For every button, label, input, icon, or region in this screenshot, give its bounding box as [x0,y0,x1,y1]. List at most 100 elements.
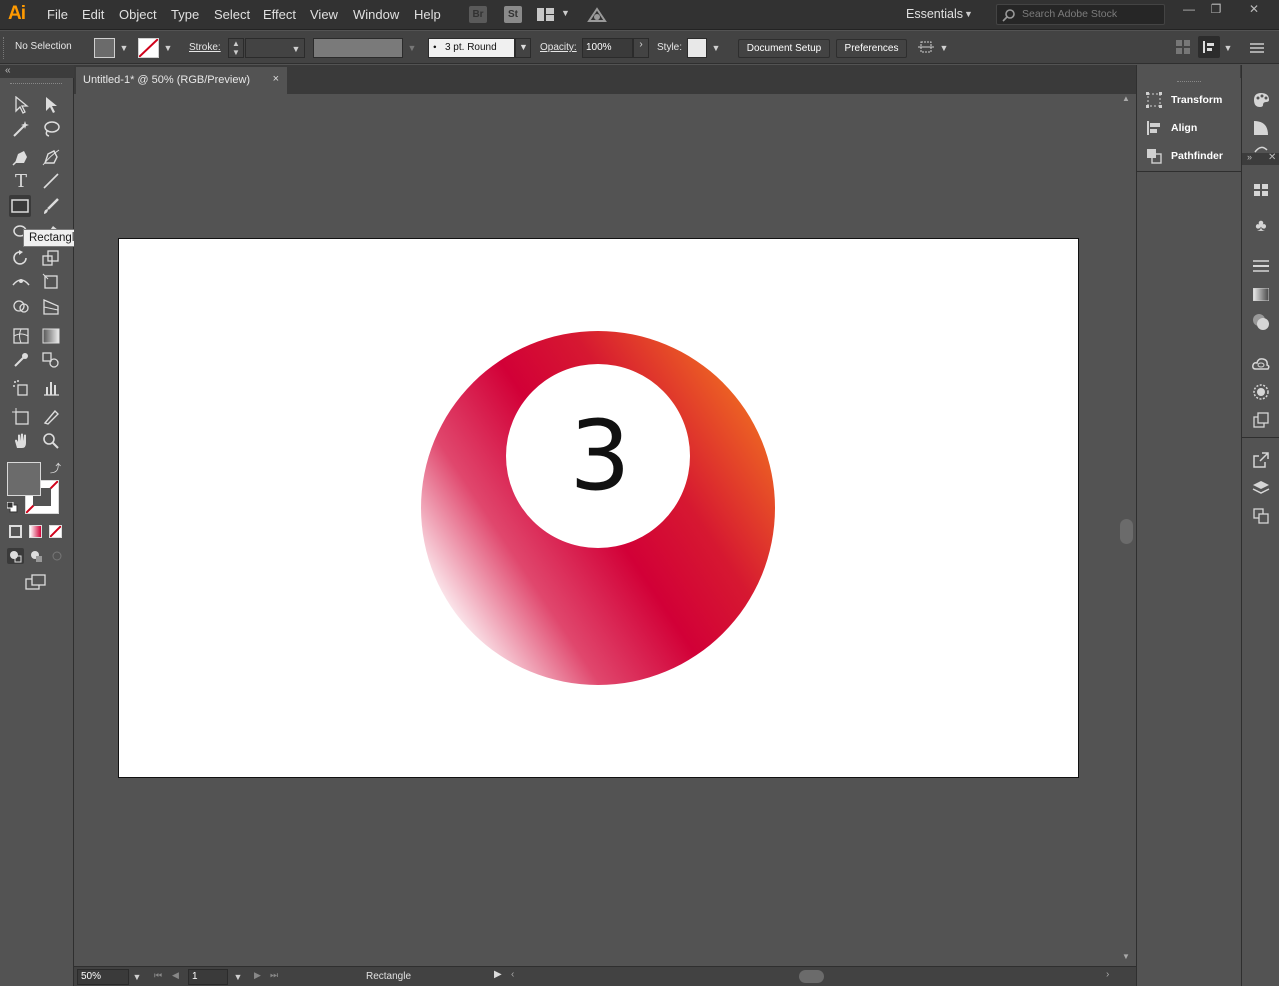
draw-behind-icon[interactable] [28,548,45,564]
panel-align[interactable]: Align [1145,117,1197,139]
ball-number[interactable]: 3 [569,400,630,512]
chevron-down-icon[interactable]: ▼ [561,8,570,18]
artboard-chevron-down-icon[interactable]: ▼ [232,972,244,984]
lasso-tool-icon[interactable] [40,118,62,140]
color-mode-icon[interactable] [9,525,22,538]
export-icon[interactable] [1250,449,1272,471]
type-tool-icon[interactable]: T [10,170,32,192]
eyedropper-tool-icon[interactable] [10,349,32,371]
stroke-label[interactable]: Stroke: [189,42,221,53]
align-chevron-down-icon[interactable]: ▼ [1222,43,1234,55]
panel-grip[interactable] [1177,81,1201,84]
opacity-field[interactable]: 100% [582,38,633,58]
hand-tool-icon[interactable] [10,430,32,452]
menu-select[interactable]: Select [214,7,250,22]
appearance-icon[interactable] [1250,381,1272,403]
first-artboard-icon[interactable]: ⏮ [154,970,162,981]
vertical-scroll-thumb[interactable] [1120,519,1133,544]
shape-builder-tool-icon[interactable] [10,296,32,318]
isolate-chevron-down-icon[interactable]: ▼ [938,43,950,55]
close-window-button[interactable]: ✕ [1238,2,1270,20]
restore-button[interactable]: ❐ [1200,2,1232,20]
toolbar-grip[interactable] [10,83,62,86]
menu-window[interactable]: Window [353,7,399,22]
arrange-documents-icon[interactable] [537,7,555,22]
opacity-chevron-right-icon[interactable]: › [633,38,649,58]
swatches-icon[interactable] [1250,179,1272,201]
horizontal-scroll-thumb[interactable] [799,970,824,983]
chevron-down-icon[interactable]: ▼ [964,9,973,19]
style-chevron-down-icon[interactable]: ▼ [710,43,722,55]
stroke-panel-icon[interactable] [1250,255,1272,277]
collapse-toolbar-icon[interactable]: « [5,65,11,76]
draw-normal-icon[interactable] [7,548,24,564]
transparency-icon[interactable] [1250,311,1272,333]
blend-tool-icon[interactable] [40,349,62,371]
scroll-up-icon[interactable]: ▲ [1122,94,1130,103]
stroke-swatch[interactable] [138,38,159,58]
previous-artboard-icon[interactable]: ◀ [172,970,179,981]
selection-tool-icon[interactable] [10,94,32,116]
swap-fill-stroke-icon[interactable]: ⤴ [50,460,61,476]
brush-definition-field[interactable]: ● 3 pt. Round [428,38,515,58]
scroll-down-icon[interactable]: ▼ [1122,952,1130,961]
perspective-grid-tool-icon[interactable] [40,296,62,318]
slice-tool-icon[interactable] [40,406,62,428]
profile-chevron-down-icon[interactable]: ▼ [406,43,418,55]
menu-edit[interactable]: Edit [82,7,104,22]
isolate-selected-icon[interactable] [918,39,934,55]
gradient-tool-icon[interactable] [40,325,62,347]
layers-icon[interactable] [1250,477,1272,499]
default-fill-stroke-icon[interactable] [6,501,18,513]
none-mode-icon[interactable] [49,525,62,538]
rotate-tool-icon[interactable] [10,247,32,269]
menu-object[interactable]: Object [119,7,157,22]
scroll-right-icon[interactable]: › [1106,969,1109,980]
fill-chevron-down-icon[interactable]: ▼ [118,43,130,55]
fill-color-swatch-front[interactable] [7,462,41,496]
panel-pathfinder[interactable]: Pathfinder [1145,145,1223,167]
free-transform-tool-icon[interactable] [40,271,62,293]
graphic-style-swatch[interactable] [687,38,707,58]
bridge-button[interactable]: Br [469,6,487,23]
mesh-tool-icon[interactable] [10,325,32,347]
screen-mode-icon[interactable] [25,573,47,591]
status-menu-icon[interactable]: ▶ [494,969,502,980]
menu-help[interactable]: Help [414,7,441,22]
paintbrush-tool-icon[interactable] [40,195,62,217]
scale-tool-icon[interactable] [40,247,62,269]
rectangle-tool-icon[interactable] [9,195,31,217]
gpu-performance-icon[interactable] [586,5,608,25]
color-guide-icon[interactable] [1250,117,1272,139]
curvature-tool-icon[interactable] [40,146,62,168]
arrange-panel-icon[interactable] [1176,40,1190,54]
close-group-icon[interactable]: ✕ [1268,152,1276,163]
stock-button[interactable]: St [504,6,522,23]
workspace-switcher[interactable]: Essentials [906,7,963,21]
zoom-field[interactable]: 50% [77,969,129,985]
graphic-styles-icon[interactable] [1250,409,1272,431]
artboard[interactable]: 3 [118,238,1079,778]
color-panel-icon[interactable] [1250,89,1272,111]
artboards-icon[interactable] [1250,505,1272,527]
cc-libraries-icon[interactable] [1250,353,1272,375]
stroke-weight-stepper[interactable]: ▲ ▼ [228,38,244,58]
fill-swatch[interactable] [94,38,115,58]
preferences-button[interactable]: Preferences [836,39,907,58]
zoom-tool-icon[interactable] [40,430,62,452]
gradient-mode-icon[interactable] [29,525,42,538]
stroke-weight-field[interactable]: ▼ [245,38,305,58]
panel-menu-icon[interactable] [1250,42,1264,53]
canvas-area[interactable]: 3 [74,94,1118,966]
menu-file[interactable]: File [47,7,68,22]
document-setup-button[interactable]: Document Setup [738,39,830,58]
pen-tool-icon[interactable] [10,146,32,168]
line-segment-tool-icon[interactable] [40,170,62,192]
magic-wand-tool-icon[interactable] [10,118,32,140]
direct-selection-tool-icon[interactable] [40,94,62,116]
symbols-icon[interactable]: ♣ [1250,215,1272,237]
artboard-tool-icon[interactable] [10,406,32,428]
vertical-scrollbar[interactable]: ▲ ▼ [1118,94,1136,966]
symbol-sprayer-tool-icon[interactable] [10,377,32,399]
width-tool-icon[interactable] [10,271,32,293]
